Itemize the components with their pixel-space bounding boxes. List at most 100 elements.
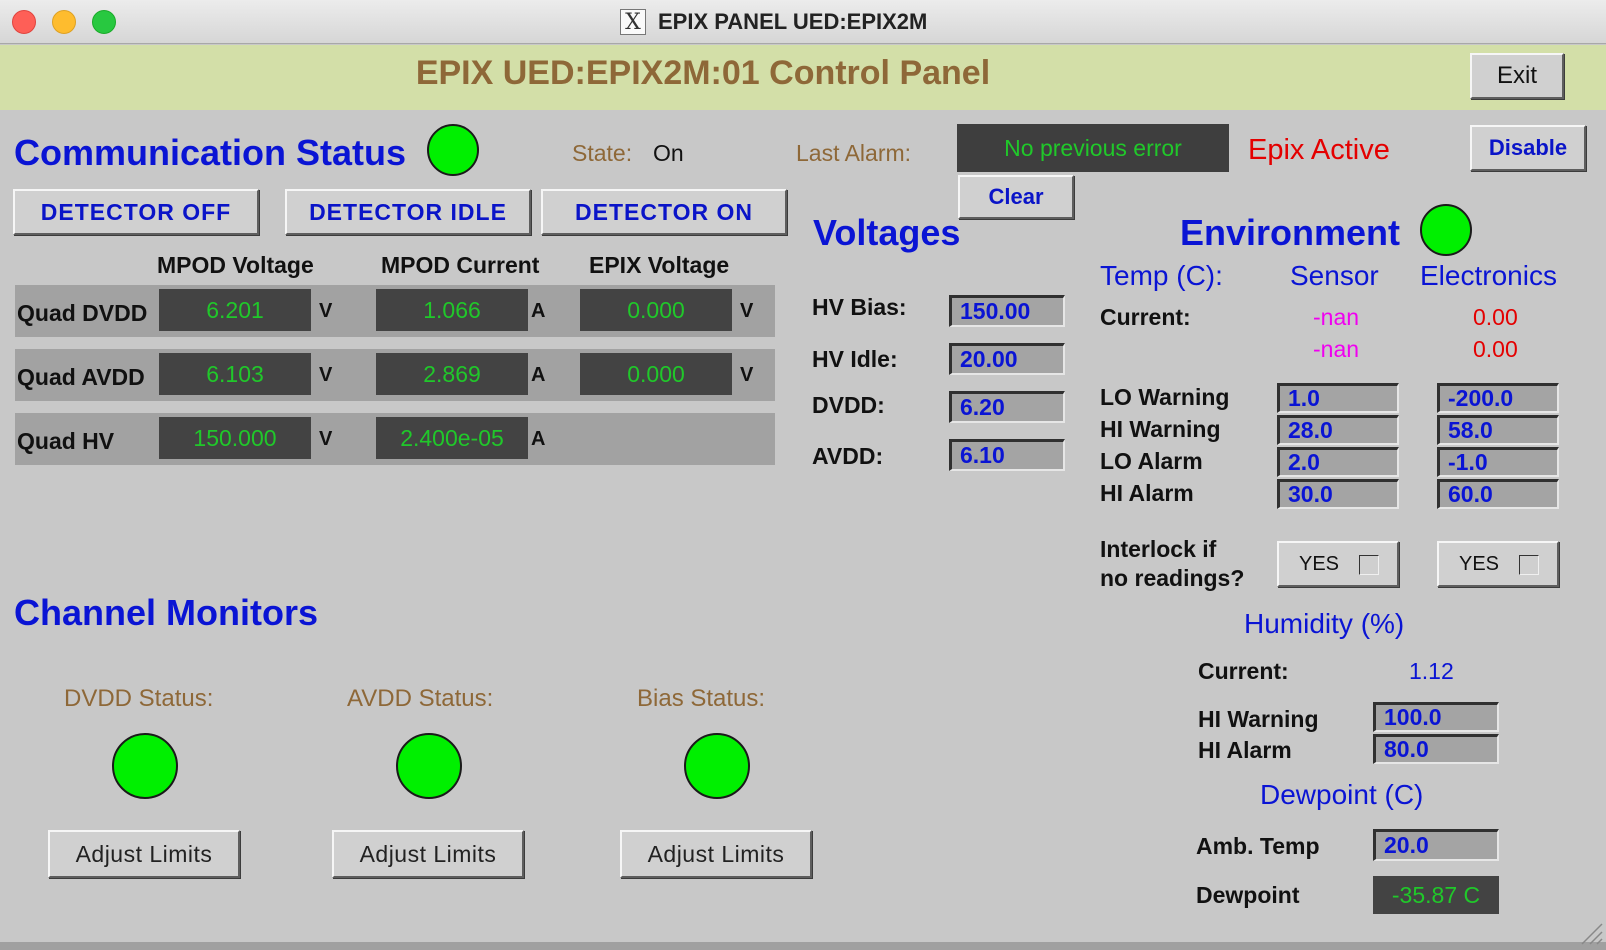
unit-label: V	[319, 300, 333, 322]
quad-hv-mpod-current: 2.400e-05	[376, 417, 528, 459]
communication-status-title: Communication Status	[14, 132, 407, 173]
humidity-current-value: 1.12	[1409, 658, 1454, 684]
electronics-interlock-toggle[interactable]: YES	[1437, 541, 1559, 587]
window-titlebar: X EPIX PANEL UED:EPIX2M	[0, 0, 1606, 44]
voltages-title: Voltages	[813, 212, 961, 253]
avdd-status-label: AVDD Status:	[347, 685, 494, 712]
row-label-quad-hv: Quad HV	[17, 428, 115, 454]
row-label-quad-avdd: Quad AVDD	[17, 364, 145, 390]
electronics-current-1: 0.00	[1473, 304, 1518, 330]
unit-label: A	[531, 428, 546, 450]
electronics-hi-alarm-field[interactable]: 60.0	[1437, 479, 1559, 509]
disable-button[interactable]: Disable	[1470, 125, 1586, 171]
dvdd-field[interactable]: 6.20	[949, 391, 1065, 423]
detector-idle-button[interactable]: DETECTOR IDLE	[285, 189, 531, 235]
bias-status-label: Bias Status:	[637, 685, 766, 712]
sensor-hi-alarm-field[interactable]: 30.0	[1277, 479, 1399, 509]
quad-hv-mpod-voltage: 150.000	[159, 417, 311, 459]
dvdd-adjust-limits-button[interactable]: Adjust Limits	[48, 830, 240, 878]
quad-dvdd-epix-voltage: 0.000	[580, 289, 732, 331]
x11-icon: X	[620, 9, 646, 35]
bias-adjust-limits-button[interactable]: Adjust Limits	[620, 830, 812, 878]
environment-title: Environment	[1180, 212, 1401, 253]
hv-idle-label: HV Idle:	[812, 346, 898, 372]
hi-alarm-label: HI Alarm	[1100, 480, 1194, 506]
row-label-quad-dvdd: Quad DVDD	[17, 300, 148, 326]
unit-label: A	[531, 300, 546, 322]
electronics-lo-warning-field[interactable]: -200.0	[1437, 383, 1559, 413]
dewpoint-readout: -35.87 C	[1373, 876, 1499, 914]
channel-monitors-title: Channel Monitors	[14, 592, 318, 633]
unit-label: V	[740, 300, 754, 322]
panel-title: EPIX UED:EPIX2M:01 Control Panel	[415, 54, 991, 92]
sensor-current-1: -nan	[1313, 304, 1360, 330]
humidity-hi-warning-label: HI Warning	[1198, 706, 1319, 732]
humidity-hi-alarm-label: HI Alarm	[1198, 737, 1292, 763]
lo-alarm-label: LO Alarm	[1100, 448, 1203, 474]
communication-status-led	[427, 124, 479, 176]
humidity-hi-alarm-field[interactable]: 80.0	[1373, 734, 1499, 764]
mpod-current-header: MPOD Current	[381, 252, 540, 278]
quad-avdd-mpod-voltage: 6.103	[159, 353, 311, 395]
sensor-interlock-label: YES	[1299, 552, 1340, 575]
hv-bias-field[interactable]: 150.00	[949, 295, 1065, 327]
zoom-window-button[interactable]	[92, 10, 116, 34]
mpod-voltage-header: MPOD Voltage	[157, 252, 314, 278]
lo-warning-label: LO Warning	[1100, 384, 1230, 410]
sensor-current-2: -nan	[1313, 336, 1360, 362]
checkbox-icon	[1519, 555, 1539, 575]
quad-avdd-mpod-current: 2.869	[376, 353, 528, 395]
temp-current-label: Current:	[1100, 304, 1191, 330]
state-label: State:	[572, 140, 633, 166]
clear-alarm-button[interactable]: Clear	[958, 175, 1074, 219]
checkbox-icon	[1359, 555, 1379, 575]
electronics-hi-warning-field[interactable]: 58.0	[1437, 415, 1559, 445]
electronics-header: Electronics	[1420, 260, 1557, 291]
quad-dvdd-mpod-voltage: 6.201	[159, 289, 311, 331]
dewpoint-label: Dewpoint	[1196, 882, 1300, 908]
dvdd-status-led	[112, 733, 178, 799]
unit-label: V	[740, 364, 754, 386]
interlock-label-line1: Interlock if	[1100, 536, 1217, 562]
sensor-lo-warning-field[interactable]: 1.0	[1277, 383, 1399, 413]
unit-label: V	[319, 364, 333, 386]
quad-dvdd-mpod-current: 1.066	[376, 289, 528, 331]
avdd-field[interactable]: 6.10	[949, 439, 1065, 471]
dewpoint-title: Dewpoint (C)	[1260, 779, 1424, 810]
humidity-hi-warning-field[interactable]: 100.0	[1373, 702, 1499, 732]
amb-temp-field[interactable]: 20.0	[1373, 829, 1499, 861]
temp-label: Temp (C):	[1100, 260, 1223, 291]
quad-avdd-epix-voltage: 0.000	[580, 353, 732, 395]
amb-temp-label: Amb. Temp	[1196, 833, 1320, 859]
detector-on-button[interactable]: DETECTOR ON	[541, 189, 787, 235]
humidity-title: Humidity (%)	[1244, 608, 1405, 639]
epix-active-status: Epix Active	[1248, 134, 1390, 166]
window-title-group: X EPIX PANEL UED:EPIX2M	[620, 8, 927, 36]
last-alarm-label: Last Alarm:	[796, 140, 912, 166]
sensor-hi-warning-field[interactable]: 28.0	[1277, 415, 1399, 445]
sensor-lo-alarm-field[interactable]: 2.0	[1277, 447, 1399, 477]
humidity-current-label: Current:	[1198, 658, 1289, 684]
hv-idle-field[interactable]: 20.00	[949, 343, 1065, 375]
sensor-header: Sensor	[1290, 260, 1379, 291]
dvdd-status-label: DVDD Status:	[64, 685, 214, 712]
unit-label: V	[319, 428, 333, 450]
last-alarm-display: No previous error	[957, 124, 1229, 172]
electronics-lo-alarm-field[interactable]: -1.0	[1437, 447, 1559, 477]
sensor-interlock-toggle[interactable]: YES	[1277, 541, 1399, 587]
close-window-button[interactable]	[12, 10, 36, 34]
avdd-adjust-limits-button[interactable]: Adjust Limits	[332, 830, 524, 878]
state-value: On	[653, 140, 684, 166]
minimize-window-button[interactable]	[52, 10, 76, 34]
hi-warning-label: HI Warning	[1100, 416, 1221, 442]
hv-bias-label: HV Bias:	[812, 294, 907, 320]
unit-label: A	[531, 364, 546, 386]
interlock-label-line2: no readings?	[1100, 565, 1245, 591]
window-title: EPIX PANEL UED:EPIX2M	[658, 9, 928, 34]
resize-grip-icon[interactable]	[1578, 920, 1604, 946]
exit-button[interactable]: Exit	[1470, 53, 1564, 99]
detector-off-button[interactable]: DETECTOR OFF	[13, 189, 259, 235]
avdd-label: AVDD:	[812, 443, 884, 469]
avdd-status-led	[396, 733, 462, 799]
dvdd-label: DVDD:	[812, 392, 885, 418]
